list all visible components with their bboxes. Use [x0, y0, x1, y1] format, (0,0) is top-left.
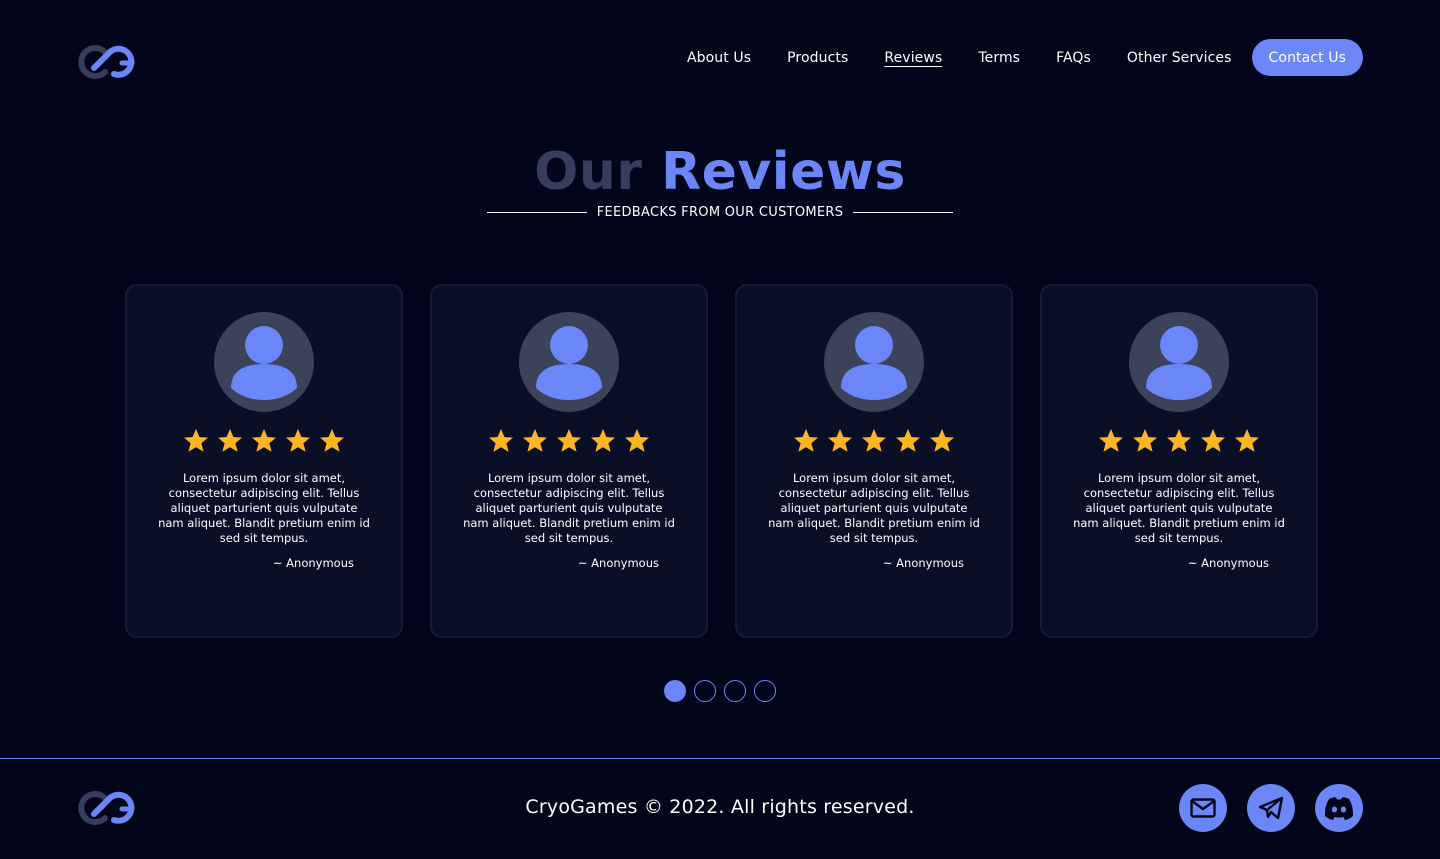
star-rating [1042, 427, 1316, 455]
review-card: Lorem ipsum dolor sit amet, consectetur … [125, 284, 403, 638]
divider-left [486, 212, 587, 213]
nav-faqs[interactable]: FAQs [1056, 50, 1091, 66]
social-links [1159, 784, 1363, 832]
logo-mark-icon [78, 45, 135, 79]
star-icon [182, 427, 210, 455]
divider-right [853, 212, 954, 213]
section-title-part2: Reviews [661, 142, 906, 202]
review-author: ~ Anonymous [882, 556, 964, 570]
star-icon [1199, 427, 1227, 455]
section-title-part1: Our [534, 142, 643, 202]
discord-icon [1324, 797, 1354, 820]
review-card: Lorem ipsum dolor sit amet, consectetur … [735, 284, 1013, 638]
discord-button[interactable] [1315, 784, 1363, 832]
star-icon [792, 427, 820, 455]
star-icon [589, 427, 617, 455]
nav-about-us[interactable]: About Us [687, 50, 751, 66]
review-text: Lorem ipsum dolor sit amet, consectetur … [158, 471, 370, 545]
star-icon [216, 427, 244, 455]
star-icon [894, 427, 922, 455]
nav-other-services[interactable]: Other Services [1127, 50, 1232, 66]
review-text: Lorem ipsum dolor sit amet, consectetur … [463, 471, 675, 545]
pagination-dot[interactable] [664, 680, 686, 702]
review-text: Lorem ipsum dolor sit amet, consectetur … [1073, 471, 1285, 545]
section-subtitle: FEEDBACKS FROM OUR CUSTOMERS [596, 205, 844, 220]
user-avatar-icon [1129, 312, 1229, 412]
review-text: Lorem ipsum dolor sit amet, consectetur … [768, 471, 980, 545]
star-icon [250, 427, 278, 455]
star-rating [737, 427, 1011, 455]
star-icon [928, 427, 956, 455]
contact-us-button[interactable]: Contact Us [1251, 39, 1363, 76]
section-subtitle-row: FEEDBACKS FROM OUR CUSTOMERS [0, 205, 1440, 220]
user-avatar-icon [824, 312, 924, 412]
mail-button[interactable] [1179, 784, 1227, 832]
star-icon [555, 427, 583, 455]
user-avatar-icon [214, 312, 314, 412]
star-rating [432, 427, 706, 455]
star-icon [1131, 427, 1159, 455]
nav-products[interactable]: Products [787, 50, 848, 66]
star-icon [826, 427, 854, 455]
star-rating [127, 427, 401, 455]
star-icon [487, 427, 515, 455]
carousel-pagination [664, 680, 784, 702]
cryogames-logo[interactable] [78, 44, 140, 80]
star-icon [860, 427, 888, 455]
footer-divider [0, 758, 1440, 759]
star-icon [623, 427, 651, 455]
star-icon [1165, 427, 1193, 455]
review-author: ~ Anonymous [577, 556, 659, 570]
pagination-dot[interactable] [754, 680, 776, 702]
star-icon [1097, 427, 1125, 455]
pagination-dot[interactable] [694, 680, 716, 702]
main-nav: About Us Products Reviews Terms FAQs Oth… [687, 39, 1363, 76]
review-author: ~ Anonymous [272, 556, 354, 570]
nav-reviews[interactable]: Reviews [884, 50, 942, 66]
star-icon [1233, 427, 1261, 455]
star-icon [318, 427, 346, 455]
section-title: Our Reviews [0, 142, 1440, 202]
star-icon [521, 427, 549, 455]
mail-icon [1190, 798, 1216, 818]
pagination-dot[interactable] [724, 680, 746, 702]
review-card: Lorem ipsum dolor sit amet, consectetur … [1040, 284, 1318, 638]
review-author: ~ Anonymous [1187, 556, 1269, 570]
review-card: Lorem ipsum dolor sit amet, consectetur … [430, 284, 708, 638]
nav-terms[interactable]: Terms [978, 50, 1020, 66]
user-avatar-icon [519, 312, 619, 412]
review-carousel: Lorem ipsum dolor sit amet, consectetur … [125, 284, 1318, 638]
telegram-button[interactable] [1247, 784, 1295, 832]
star-icon [284, 427, 312, 455]
telegram-icon [1258, 796, 1284, 820]
